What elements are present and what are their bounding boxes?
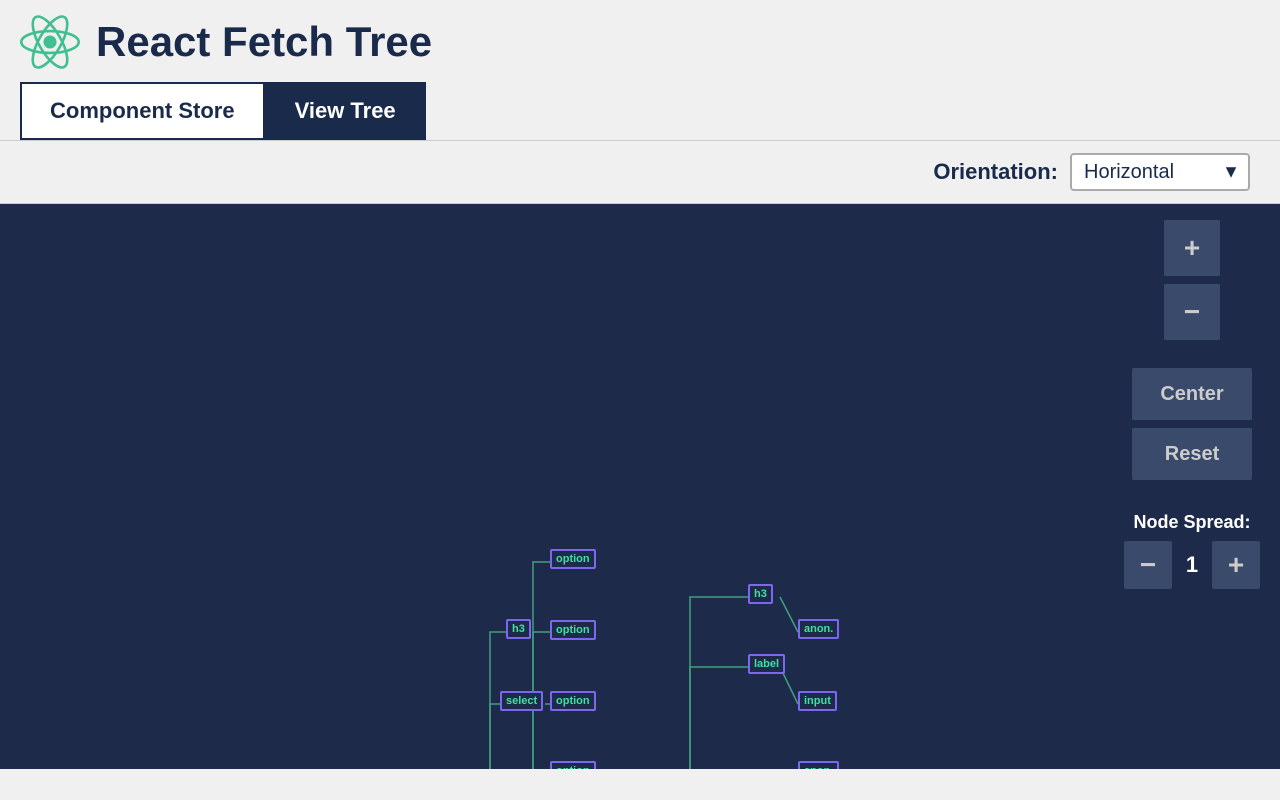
node-anon-b1[interactable]: anon. bbox=[798, 619, 839, 639]
react-logo-icon bbox=[20, 12, 80, 72]
tree-canvas bbox=[0, 204, 1280, 769]
node-h3b[interactable]: h3 bbox=[748, 584, 773, 604]
view-tree-button[interactable]: View Tree bbox=[265, 82, 426, 140]
reset-button[interactable]: Reset bbox=[1132, 428, 1252, 480]
zoom-in-button[interactable]: + bbox=[1164, 220, 1220, 276]
zoom-out-button[interactable]: − bbox=[1164, 284, 1220, 340]
center-button[interactable]: Center bbox=[1132, 368, 1252, 420]
component-store-button[interactable]: Component Store bbox=[20, 82, 265, 140]
node-option4[interactable]: option bbox=[550, 761, 596, 769]
node-spread-label: Node Spread: bbox=[1133, 512, 1250, 533]
app-title: React Fetch Tree bbox=[96, 18, 432, 66]
spread-minus-button[interactable]: − bbox=[1124, 541, 1172, 589]
nav-row: Component Store View Tree bbox=[20, 82, 1260, 140]
node-input-b1[interactable]: input bbox=[798, 691, 837, 711]
orientation-select[interactable]: Horizontal Vertical bbox=[1070, 153, 1250, 191]
node-label-b1[interactable]: label bbox=[748, 654, 785, 674]
node-h3a[interactable]: h3 bbox=[506, 619, 531, 639]
orientation-label: Orientation: bbox=[933, 159, 1058, 185]
spread-plus-button[interactable]: + bbox=[1212, 541, 1260, 589]
tree-area: Fiber Roo anon. div App div div FetchTre… bbox=[0, 204, 1280, 769]
node-option3[interactable]: option bbox=[550, 691, 596, 711]
node-anon-b2[interactable]: anon. bbox=[798, 761, 839, 769]
header: React Fetch Tree Component Store View Tr… bbox=[0, 0, 1280, 141]
spread-value: 1 bbox=[1180, 552, 1204, 578]
orientation-row: Orientation: Horizontal Vertical ▼ bbox=[0, 141, 1280, 204]
orientation-select-wrapper: Horizontal Vertical ▼ bbox=[1070, 153, 1250, 191]
node-option2[interactable]: option bbox=[550, 620, 596, 640]
title-row: React Fetch Tree bbox=[20, 12, 1260, 72]
controls-panel: + − Center Reset Node Spread: − 1 + bbox=[1124, 220, 1260, 589]
node-option1[interactable]: option bbox=[550, 549, 596, 569]
node-spread-row: − 1 + bbox=[1124, 541, 1260, 589]
node-select[interactable]: select bbox=[500, 691, 543, 711]
